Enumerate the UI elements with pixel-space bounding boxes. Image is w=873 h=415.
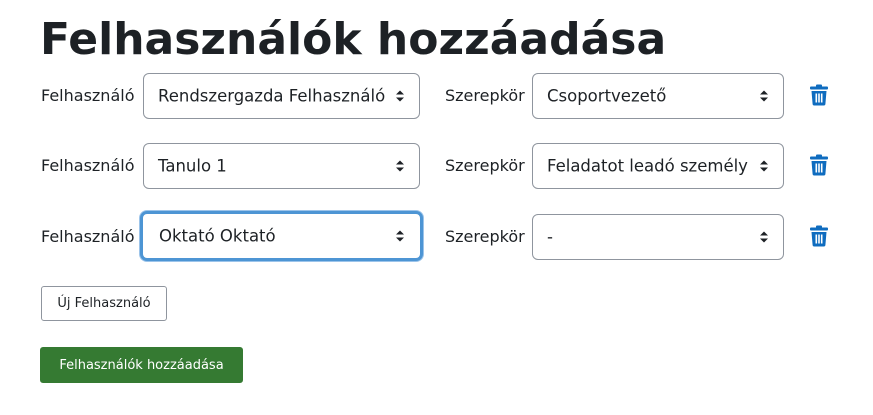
user-role-row: Felhasználó Rendszergazda Felhasználó Sz… (0, 72, 873, 120)
select-caret-icon (396, 160, 404, 172)
role-label: Szerepkör (445, 156, 525, 175)
select-caret-icon (760, 90, 768, 102)
add-users-submit-button[interactable]: Felhasználók hozzáadása (40, 347, 243, 383)
user-select-value: Oktató Oktató (159, 226, 276, 246)
role-select[interactable]: Csoportvezető (532, 73, 784, 119)
user-role-row: Felhasználó Oktató Oktató Szerepkör - (0, 211, 873, 261)
user-label: Felhasználó (41, 86, 135, 105)
new-user-button[interactable]: Új Felhasználó (41, 286, 167, 321)
user-select[interactable]: Rendszergazda Felhasználó (143, 73, 420, 119)
role-label: Szerepkör (445, 86, 525, 105)
user-select-value: Rendszergazda Felhasználó (158, 86, 386, 106)
role-select-value: Feladatot leadó személy (547, 156, 748, 176)
trash-icon[interactable] (809, 225, 829, 247)
select-caret-icon (760, 160, 768, 172)
role-select-value: Csoportvezető (547, 86, 667, 106)
role-select[interactable]: Feladatot leadó személy (532, 143, 784, 189)
user-select[interactable]: Oktató Oktató (140, 211, 423, 261)
role-select[interactable]: - (532, 214, 784, 260)
user-select[interactable]: Tanulo 1 (143, 143, 420, 189)
select-caret-icon (396, 230, 404, 242)
page-title: Felhasználók hozzáadása (40, 14, 667, 65)
role-select-value: - (547, 227, 553, 247)
user-label: Felhasználó (41, 156, 135, 175)
user-select-value: Tanulo 1 (158, 156, 227, 176)
trash-icon[interactable] (809, 154, 829, 176)
select-caret-icon (396, 90, 404, 102)
select-caret-icon (760, 231, 768, 243)
role-label: Szerepkör (445, 227, 525, 246)
trash-icon[interactable] (809, 84, 829, 106)
user-label: Felhasználó (41, 227, 135, 246)
user-role-row: Felhasználó Tanulo 1 Szerepkör Feladatot… (0, 142, 873, 190)
